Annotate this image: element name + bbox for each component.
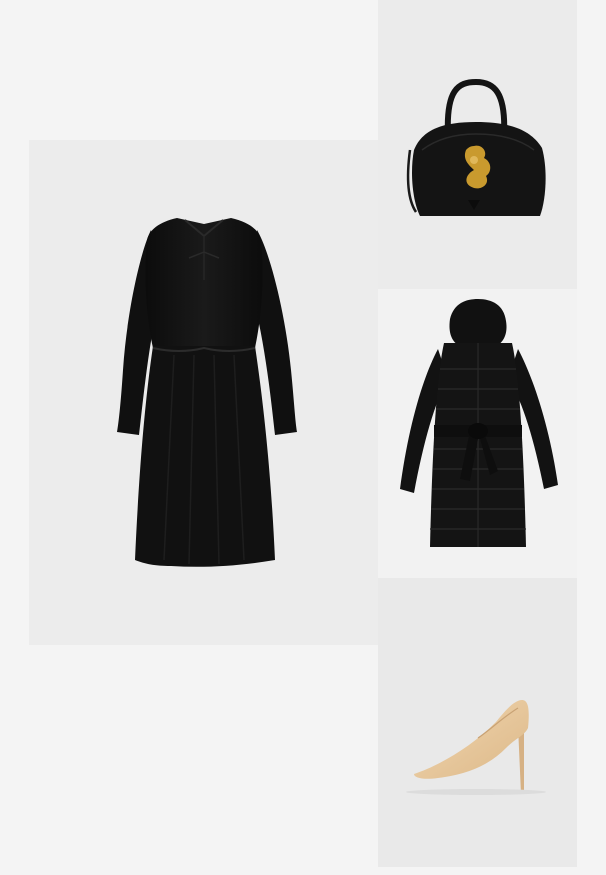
nude-pump-image [406, 700, 546, 795]
black-handbag-image [406, 78, 546, 216]
product-tile-pumps[interactable] [378, 578, 577, 867]
product-tile-handbag[interactable] [378, 0, 577, 289]
product-tile-coat[interactable] [378, 289, 577, 578]
black-puffer-coat-image [400, 299, 558, 547]
black-dress-image [117, 218, 297, 567]
product-tile-dress[interactable] [29, 140, 378, 645]
